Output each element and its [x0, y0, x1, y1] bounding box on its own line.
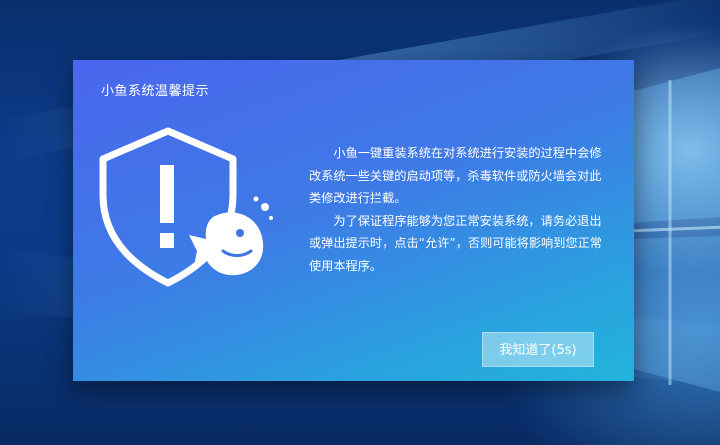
dialog-message: 小鱼一键重装系统在对系统进行安装的过程中会修改系统一些关键的启动项等，杀毒软件或…: [309, 142, 609, 277]
dialog-title: 小鱼系统温馨提示: [101, 84, 210, 99]
acknowledge-button[interactable]: 我知道了(5s): [482, 332, 594, 367]
message-paragraph-2: 为了保证程序能够为您正常安装系统，请务必退出或弹出提示时，点击“允许”，否则可能…: [309, 213, 602, 273]
shield-warning-icon: [99, 127, 273, 287]
tip-dialog: 小鱼系统温馨提示 小鱼一键重装系统在对系统进行安装的过程中会修改系统一些关键的启…: [73, 60, 634, 381]
message-paragraph-1: 小鱼一键重装系统在对系统进行安装的过程中会修改系统一些关键的启动项等，杀毒软件或…: [309, 146, 602, 205]
desktop-background: 小鱼系统温馨提示 小鱼一键重装系统在对系统进行安装的过程中会修改系统一些关键的启…: [0, 0, 720, 445]
